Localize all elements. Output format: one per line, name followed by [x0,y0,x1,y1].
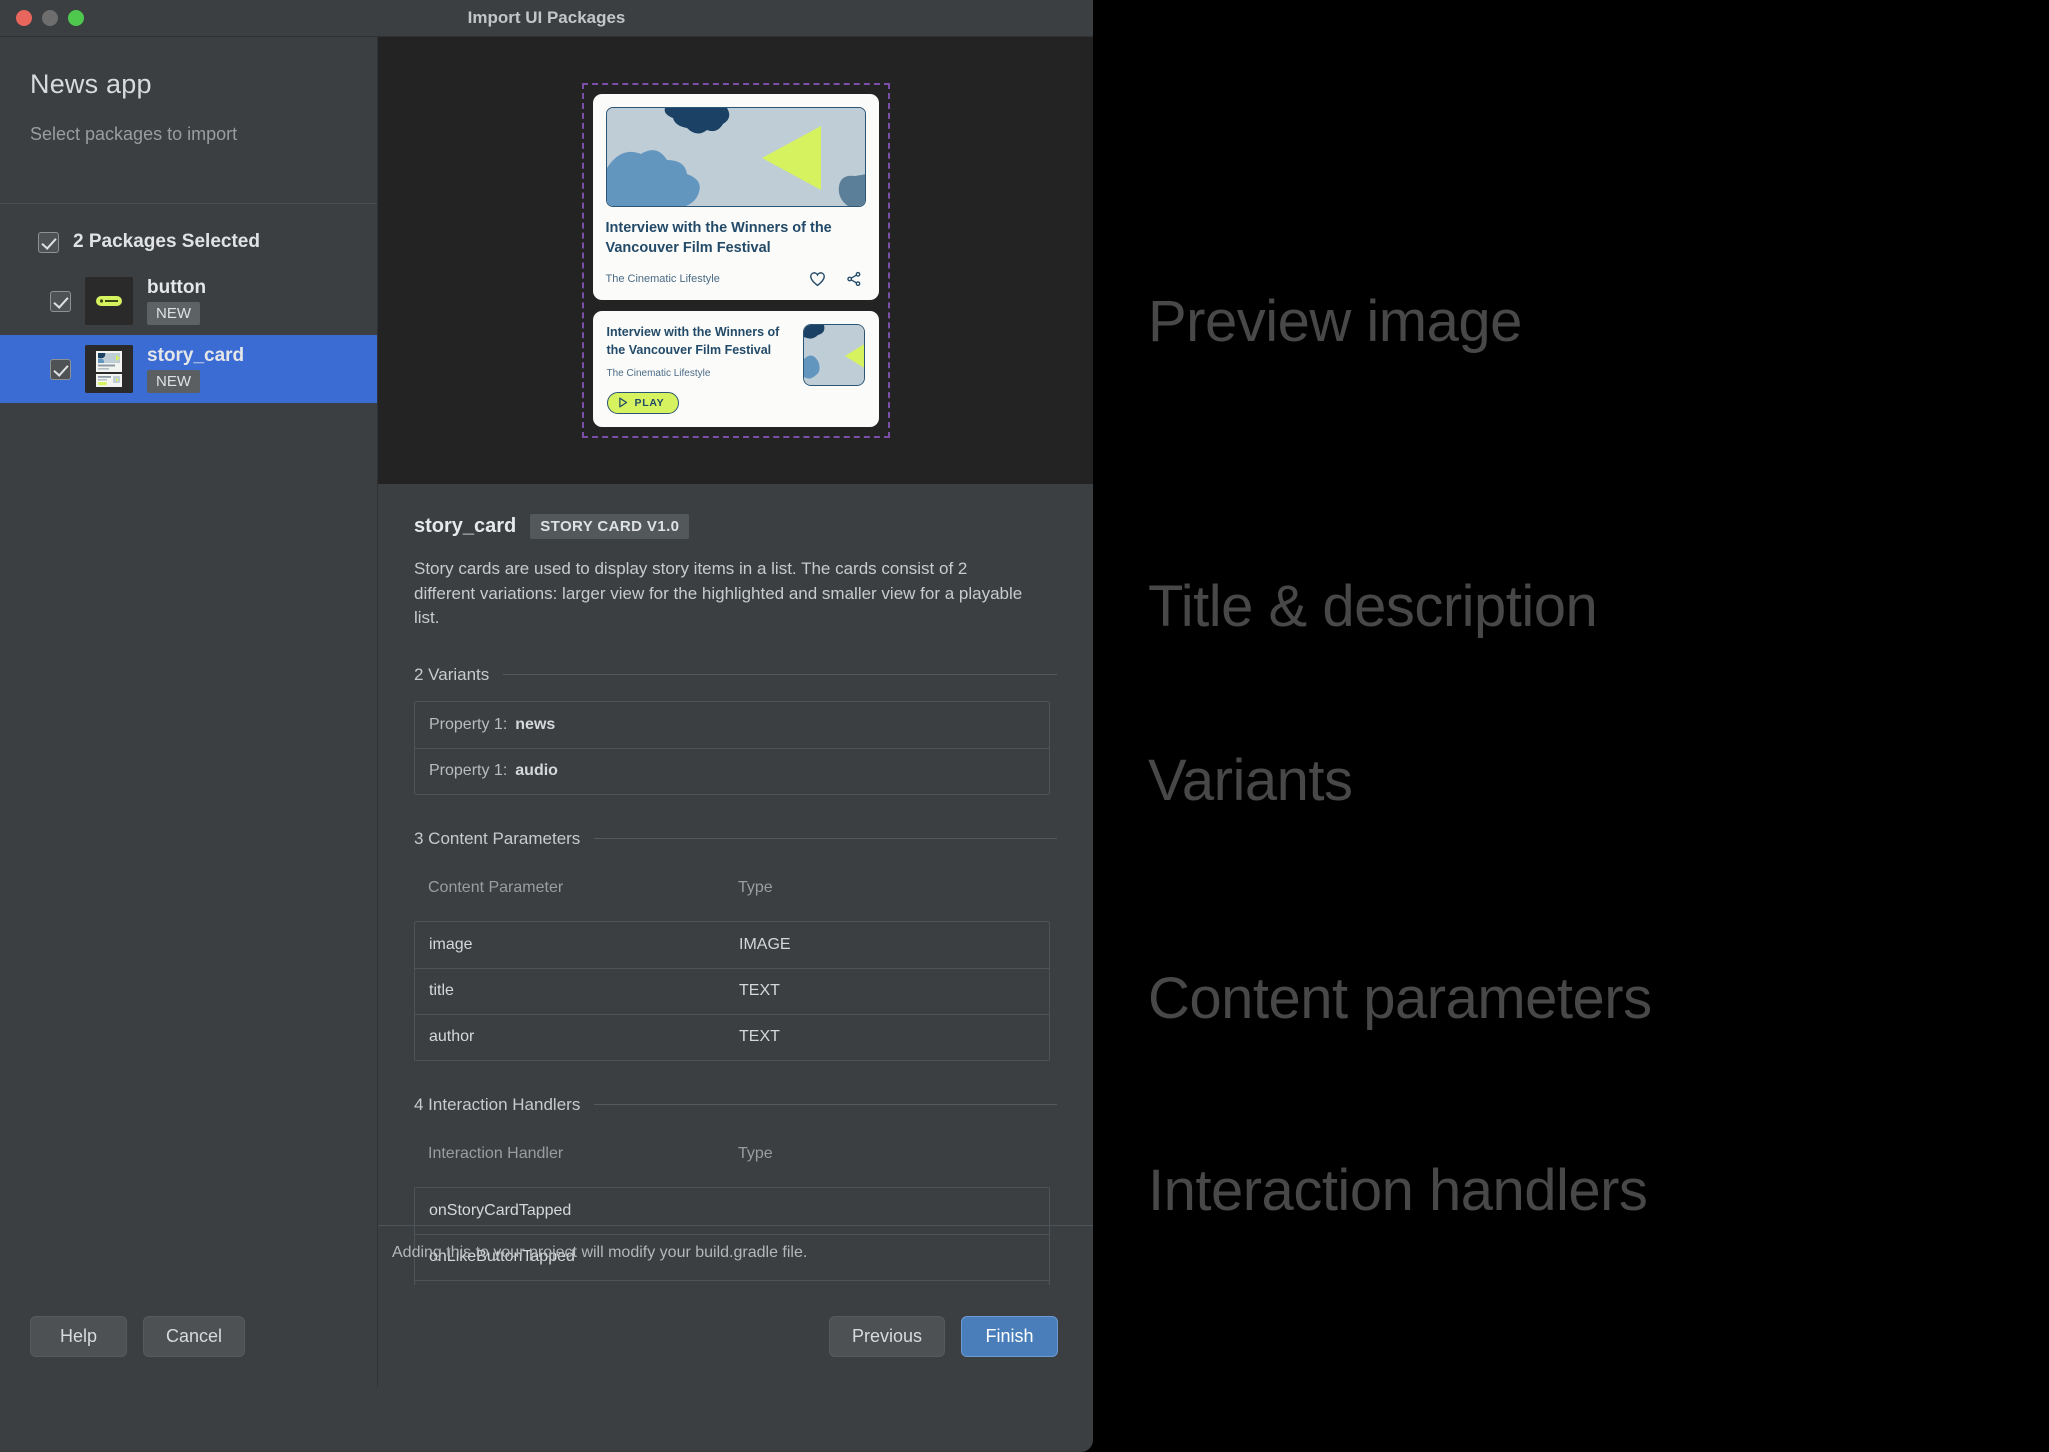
content-parameters-table: image IMAGE title TEXT author TEXT [414,920,1050,1061]
variant-property-value: audio [515,762,558,780]
interaction-handlers-section-title: 4 Interaction Handlers [414,1094,581,1114]
package-name-button: button [147,277,207,298]
news-card-actions [809,271,862,287]
content-parameters-section-title: 3 Content Parameters [414,828,581,848]
annotation-preview-image: Preview image [1148,289,1522,354]
news-card-title: Interview with the Winners of the Vancou… [605,220,832,256]
audio-card-author: The Cinematic Lifestyle [606,367,711,379]
details-description: Story cards are used to display story it… [414,559,1023,628]
table-row[interactable]: title TEXT [415,967,1049,1014]
preview-audio-card[interactable]: Interview with the Winners of the Vancou… [592,311,879,427]
news-card-meta-row: The Cinematic Lifestyle [606,271,866,287]
play-button-label: PLAY [634,396,665,409]
annotation-variants: Variants [1148,748,1353,813]
table-row[interactable]: Property 1: news [415,702,1049,748]
window-titlebar: Import UI Packages [0,0,1093,37]
finish-button[interactable]: Finish [961,1315,1058,1357]
cancel-button[interactable]: Cancel [143,1315,246,1357]
interaction-handlers-section-head: 4 Interaction Handlers [414,1095,1057,1115]
content-parameter-name: author [429,1028,475,1046]
variants-section-title: 2 Variants [414,664,490,684]
section-divider [594,1104,1057,1106]
audio-card-title: Interview with the Winners of the Vancou… [606,325,780,357]
annotation-content-parameters: Content parameters [1148,966,1652,1031]
footnote-bar: Adding this to your project will modify … [378,1225,1093,1285]
package-row-button[interactable]: button NEW [0,267,377,335]
section-divider [594,838,1057,840]
package-details-panel: story_card STORY CARD V1.0 Story cards a… [378,484,1093,1285]
main-panel: Interview with the Winners of the Vancou… [378,37,1093,1387]
table-row[interactable]: Property 1: audio [415,747,1049,794]
details-version-badge: STORY CARD V1.0 [530,514,690,539]
content-parameters-table-header: Content Parameter Type [414,871,1050,905]
news-card-author: The Cinematic Lifestyle [605,273,720,286]
button-thumbnail-icon [85,277,133,325]
preview-card-stack: Interview with the Winners of the Vancou… [592,94,879,427]
packages-sidebar: News app Select packages to import 2 Pac… [0,37,378,1387]
select-all-checkbox[interactable] [38,231,59,253]
annotation-title-description: Title & description [1148,574,1598,639]
news-card-image [605,107,866,208]
annotation-interaction-handlers: Interaction handlers [1148,1158,1648,1223]
table-row[interactable]: image IMAGE [415,922,1049,968]
content-parameter-type: TEXT [739,1028,780,1046]
preview-news-card[interactable]: Interview with the Winners of the Vancou… [592,94,879,301]
table-row[interactable]: author TEXT [415,1013,1049,1060]
variant-property-value: news [515,715,556,733]
dialog-footer: Previous Finish [378,1285,1093,1387]
package-checkbox-story-card[interactable] [50,358,71,380]
column-header-type: Type [738,878,773,896]
details-package-name: story_card [414,515,517,537]
packages-selected-label: 2 Packages Selected [73,231,260,252]
select-all-packages-row[interactable]: 2 Packages Selected [0,204,377,267]
content-parameter-name: title [429,982,454,1000]
content-parameter-type: TEXT [739,982,780,1000]
content-parameters-section: 3 Content Parameters Content Parameter T… [414,829,1057,1061]
column-header-content-parameter: Content Parameter [428,878,564,896]
preview-selection-box: Interview with the Winners of the Vancou… [581,83,890,438]
import-ui-packages-window: Import UI Packages News app Select packa… [0,0,1093,1452]
content-parameter-type: IMAGE [739,935,791,953]
audio-card-text-block: Interview with the Winners of the Vancou… [606,324,793,414]
play-button[interactable]: PLAY [606,391,680,414]
variants-table: Property 1: news Property 1: audio [414,700,1050,795]
package-info-button: button NEW [147,277,206,325]
interaction-handlers-table-header: Interaction Handler Type [414,1137,1050,1171]
audio-card-image [802,324,865,387]
share-icon[interactable] [846,271,862,287]
content-parameters-section-head: 3 Content Parameters [414,829,1057,849]
variant-property-key: Property 1: [429,762,508,780]
variant-property-key: Property 1: [429,715,508,733]
play-triangle-icon [618,397,628,408]
heart-icon[interactable] [809,271,826,287]
help-button[interactable]: Help [30,1315,127,1357]
sidebar-footer: Help Cancel [0,1285,377,1387]
sidebar-subtitle: Select packages to import [30,124,238,144]
preview-pane: Interview with the Winners of the Vancou… [378,37,1093,484]
window-title: Import UI Packages [467,8,626,27]
sidebar-header: News app Select packages to import [0,37,377,204]
package-badge-story-card: NEW [147,370,200,393]
column-header-interaction-handler: Interaction Handler [428,1144,564,1162]
section-divider [503,674,1057,676]
window-body: News app Select packages to import 2 Pac… [0,37,1093,1387]
package-checkbox-button[interactable] [50,290,71,312]
column-header-type: Type [738,1144,773,1162]
interaction-handler-name: onStoryCardTapped [429,1201,572,1219]
package-info-story-card: story_card NEW [147,345,244,393]
package-row-story-card[interactable]: story_card NEW [0,335,377,403]
previous-button[interactable]: Previous [828,1315,945,1357]
details-title-row: story_card STORY CARD V1.0 [414,514,1057,539]
build-gradle-footnote: Adding this to your project will modify … [392,1244,808,1261]
story-card-thumbnail-icon [85,345,133,393]
content-parameter-name: image [429,935,473,953]
app-name: News app [30,69,152,99]
package-badge-button: NEW [147,302,200,325]
variants-section-head: 2 Variants [414,665,1057,685]
package-name-story-card: story_card [147,345,245,366]
variants-section: 2 Variants Property 1: news Property 1: … [414,665,1057,795]
